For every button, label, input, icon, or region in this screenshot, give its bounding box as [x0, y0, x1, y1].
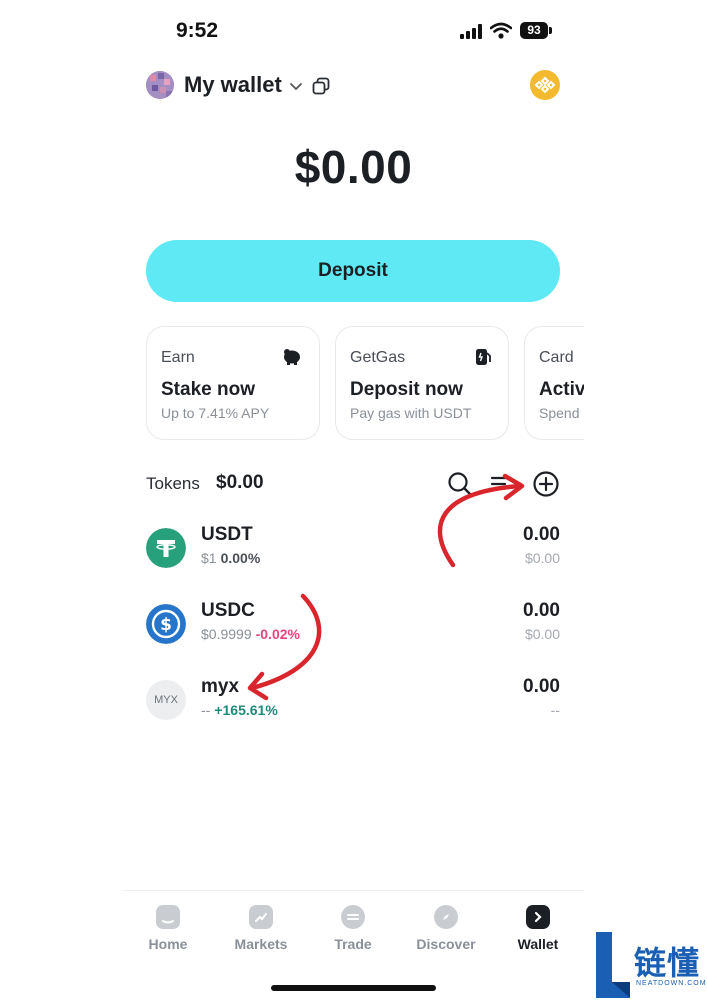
watermark-logo-icon [596, 932, 630, 998]
tokens-header: Tokens $0.00 [146, 470, 560, 498]
token-value: $0.00 [524, 550, 560, 566]
getgas-card[interactable]: GetGas Deposit now Pay gas with USDT [335, 326, 509, 440]
usdc-logo-icon: $ [146, 604, 186, 644]
token-amount: 0.00 [523, 524, 560, 545]
card-category: GetGas [350, 349, 406, 366]
nav-markets[interactable]: Markets [221, 905, 301, 952]
token-change: -0.02% [255, 626, 300, 642]
token-change: 0.00% [220, 550, 261, 566]
token-amount: 0.00 [523, 600, 560, 621]
nav-discover[interactable]: Discover [406, 905, 486, 952]
nav-home[interactable]: Home [128, 905, 208, 952]
avatar[interactable] [146, 71, 174, 99]
promo-cards-carousel[interactable]: Earn Stake now Up to 7.41% APY GetGas De… [146, 326, 584, 442]
gas-pump-icon [476, 349, 491, 365]
token-amount: 0.00 [523, 676, 560, 697]
svg-text:$: $ [160, 615, 172, 635]
card-promo-card[interactable]: Card Activ Spend [524, 326, 584, 440]
card-title: Deposit now [350, 379, 463, 400]
wallet-icon [526, 905, 550, 929]
battery-indicator: 93 [520, 22, 552, 39]
card-subtitle: Pay gas with USDT [350, 405, 472, 421]
token-price: $0.9999 [201, 626, 252, 642]
token-value: $0.00 [524, 626, 560, 642]
watermark-english-text: NEATDOWN.COM [636, 980, 707, 987]
tokens-label: Tokens [146, 474, 200, 493]
deposit-button[interactable]: Deposit [146, 240, 560, 302]
earn-card[interactable]: Earn Stake now Up to 7.41% APY [146, 326, 320, 440]
card-category: Card [539, 349, 574, 366]
discover-icon [434, 905, 458, 929]
status-time: 9:52 [176, 19, 219, 42]
nav-label: Trade [334, 936, 372, 952]
nav-label: Markets [234, 936, 288, 952]
token-price: $1 [201, 550, 217, 566]
bnb-chain-icon[interactable] [530, 70, 560, 100]
token-price-line: -- +165.61% [201, 702, 278, 718]
card-subtitle: Up to 7.41% APY [161, 405, 270, 421]
markets-icon [249, 905, 273, 929]
token-row-myx[interactable]: MYX myx -- +165.61% 0.00 -- [146, 676, 560, 732]
status-bar: 9:52 93 [0, 0, 707, 60]
token-row-usdt[interactable]: USDT $1 0.00% 0.00 $0.00 [146, 524, 560, 580]
chevron-down-icon[interactable] [289, 82, 303, 92]
nav-label: Wallet [517, 936, 559, 952]
token-price-line: $1 0.00% [201, 550, 260, 566]
search-icon[interactable] [446, 470, 474, 498]
watermark: 链懂 NEATDOWN.COM [594, 930, 707, 1000]
wallet-header[interactable]: My wallet [146, 68, 560, 102]
card-title: Stake now [161, 379, 255, 400]
token-change: +165.61% [214, 702, 278, 718]
token-symbol: myx [201, 676, 240, 697]
card-title: Activ [539, 379, 584, 400]
myx-logo-icon: MYX [146, 680, 186, 720]
tokens-total: $0.00 [216, 472, 264, 493]
add-token-icon[interactable] [532, 470, 560, 498]
token-symbol: USDT [201, 524, 253, 545]
home-icon [156, 905, 180, 929]
token-value: -- [550, 702, 560, 718]
nav-label: Discover [416, 936, 476, 952]
token-row-usdc[interactable]: $ USDC $0.9999 -0.02% 0.00 $0.00 [146, 600, 560, 656]
copy-icon[interactable] [311, 76, 331, 96]
wallet-name[interactable]: My wallet [184, 72, 282, 98]
card-subtitle: Spend [539, 405, 580, 421]
trade-icon [341, 905, 365, 929]
piggy-bank-icon [284, 349, 300, 365]
nav-wallet[interactable]: Wallet [498, 905, 578, 952]
filter-icon[interactable] [489, 472, 513, 496]
nav-label: Home [148, 936, 188, 952]
wifi-icon [490, 22, 512, 39]
cellular-signal-icon [460, 24, 484, 39]
bottom-nav: Home Markets Trade Discover Wallet [122, 890, 584, 960]
token-price-line: $0.9999 -0.02% [201, 626, 300, 642]
token-price: -- [201, 702, 211, 718]
watermark-chinese-text: 链懂 [634, 944, 701, 982]
nav-trade[interactable]: Trade [313, 905, 393, 952]
home-indicator[interactable] [271, 985, 436, 991]
token-symbol: USDC [201, 600, 255, 621]
total-balance: $0.00 [294, 141, 413, 193]
usdt-logo-icon [146, 528, 186, 568]
